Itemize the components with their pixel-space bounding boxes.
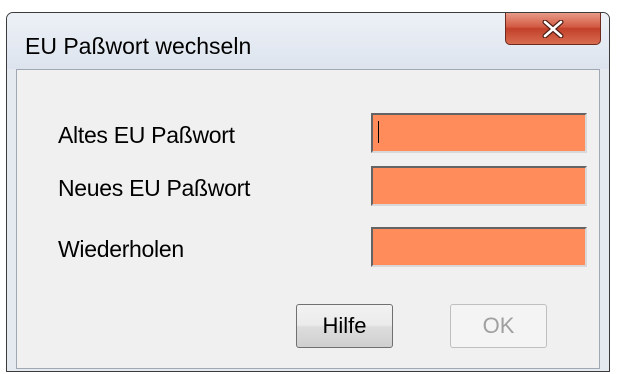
text-caret (378, 121, 379, 143)
window-title: EU Paßwort wechseln (25, 33, 252, 59)
old-password-label: Altes EU Paßwort (58, 122, 235, 148)
old-password-input[interactable] (371, 113, 587, 153)
new-password-label: Neues EU Paßwort (58, 175, 251, 201)
help-button[interactable]: Hilfe (296, 304, 393, 348)
repeat-password-input[interactable] (371, 227, 587, 267)
new-password-input[interactable] (371, 166, 587, 206)
password-change-dialog: EU Paßwort wechseln Altes EU Paßwort Neu… (6, 12, 610, 372)
dialog-body: Altes EU Paßwort Neues EU Paßwort Wieder… (16, 69, 600, 369)
title-bar[interactable]: EU Paßwort wechseln (7, 13, 609, 69)
close-icon (542, 19, 564, 38)
close-button[interactable] (505, 13, 601, 45)
ok-button[interactable]: OK (450, 304, 547, 348)
repeat-password-label: Wiederholen (58, 236, 184, 262)
